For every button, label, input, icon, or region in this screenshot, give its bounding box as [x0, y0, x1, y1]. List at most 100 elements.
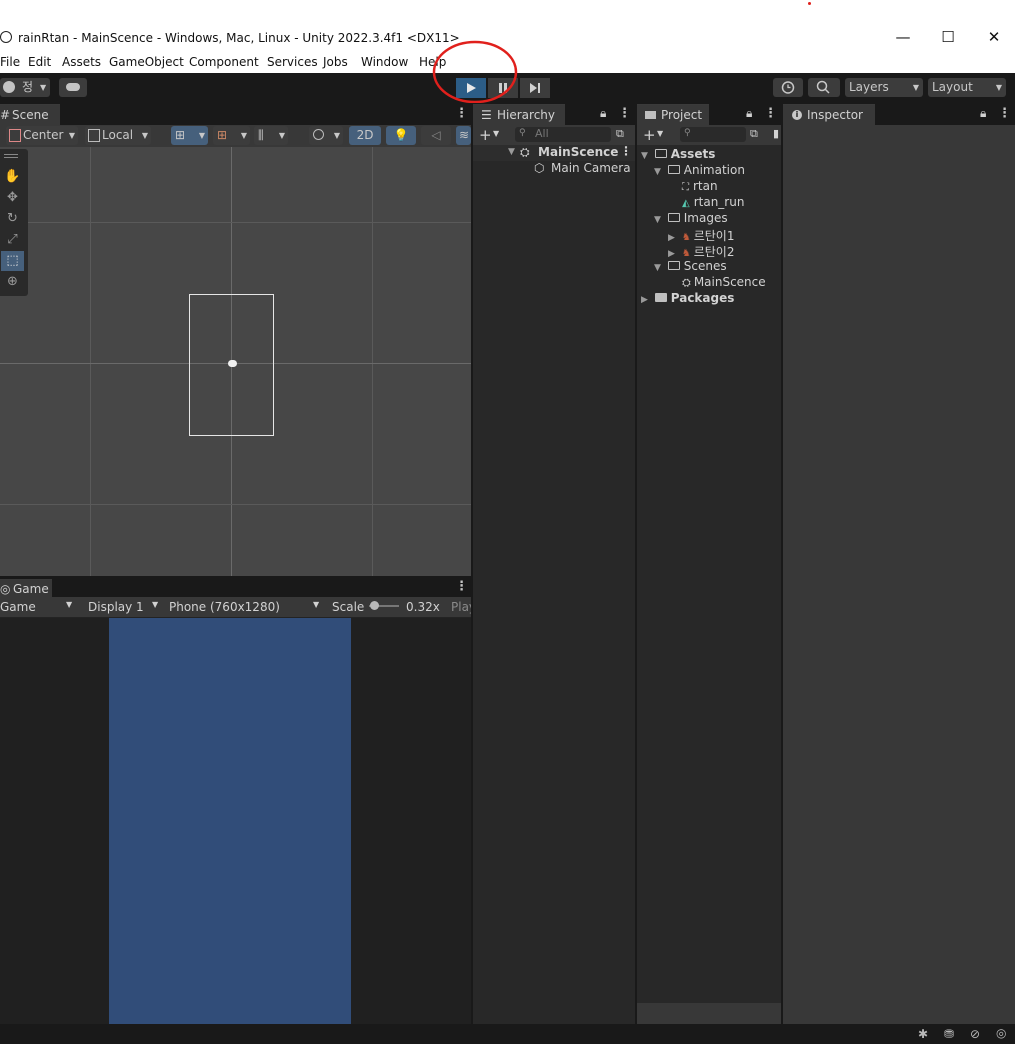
- search-button[interactable]: [808, 78, 840, 97]
- scene-menu-icon[interactable]: ⋮: [620, 144, 632, 158]
- rotate-tool-icon[interactable]: ↻: [1, 209, 24, 229]
- add-icon[interactable]: +: [643, 126, 656, 144]
- display-dropdown[interactable]: Display 1: [88, 600, 144, 614]
- 2d-mode-toggle[interactable]: 2D: [349, 126, 381, 145]
- asset-label: rtan: [693, 179, 718, 193]
- game-menu-icon[interactable]: ⋮: [455, 579, 468, 594]
- camera-gizmo-icon[interactable]: [228, 360, 237, 367]
- play-focused-dropdown[interactable]: Play: [451, 600, 471, 614]
- hierarchy-search-input[interactable]: ⚲ All: [515, 127, 611, 142]
- tab-hierarchy-label: Hierarchy: [497, 108, 556, 122]
- add-icon[interactable]: +: [479, 126, 492, 144]
- expand-arrow-icon[interactable]: ▼: [654, 167, 661, 177]
- effects-toggle[interactable]: ≋: [456, 126, 471, 145]
- tab-game[interactable]: ◎ Game: [0, 579, 52, 598]
- rect-tool-icon[interactable]: ⬚: [1, 251, 24, 271]
- cache-icon[interactable]: ⛃: [944, 1027, 954, 1041]
- project-menu-icon[interactable]: ⋮: [764, 106, 777, 121]
- asset-mainscence[interactable]: ⛭ MainScence: [682, 275, 766, 290]
- resolution-dropdown[interactable]: Phone (760x1280): [169, 600, 280, 614]
- hierarchy-menu-icon[interactable]: ⋮: [618, 106, 631, 121]
- folder-images[interactable]: ▼ Images: [654, 211, 728, 225]
- expand-arrow-icon[interactable]: ▶: [668, 249, 675, 259]
- inspector-menu-icon[interactable]: ⋮: [998, 106, 1011, 121]
- tab-project[interactable]: Project: [637, 104, 709, 126]
- lock-icon[interactable]: 🔒︎: [600, 106, 606, 121]
- folder-scenes[interactable]: ▼ Scenes: [654, 259, 727, 273]
- tag-icon[interactable]: ▮: [773, 127, 779, 140]
- expand-arrow-icon[interactable]: ▼: [508, 147, 515, 157]
- list-item[interactable]: ⬡ Main Camera: [473, 161, 635, 177]
- folder-label: Scenes: [683, 259, 727, 273]
- layers-dropdown[interactable]: Layers ▼: [845, 78, 923, 97]
- menu-services[interactable]: Services: [267, 55, 318, 69]
- game-viewport[interactable]: [0, 618, 471, 1024]
- transform-tool-icon[interactable]: ⊕: [1, 272, 24, 292]
- grid-snap-button[interactable]: ⊞ ▼: [171, 126, 208, 145]
- tab-inspector[interactable]: i Inspector: [783, 104, 875, 126]
- scene-menu-icon[interactable]: ⋮: [455, 106, 468, 121]
- folder-assets[interactable]: ▼ Assets: [641, 147, 715, 161]
- asset-image-1[interactable]: ▶ ♞ 르탄이1: [668, 227, 734, 244]
- cloud-button[interactable]: [59, 78, 87, 97]
- bug-icon[interactable]: ✱: [918, 1027, 928, 1041]
- expand-arrow-icon[interactable]: ▶: [641, 295, 648, 305]
- minimize-button[interactable]: —: [887, 26, 919, 48]
- draw-mode-button[interactable]: ▼: [309, 126, 343, 145]
- scene-row[interactable]: ▼ ⛭ MainScence ⋮: [473, 144, 635, 161]
- expand-arrow-icon[interactable]: ▼: [641, 151, 648, 161]
- menu-file[interactable]: File: [0, 55, 20, 69]
- space-local-dropdown[interactable]: Local ▼: [85, 126, 151, 145]
- gamepad-icon: ◎: [0, 582, 11, 596]
- hand-tool-icon[interactable]: ✋: [1, 167, 24, 187]
- maximize-button[interactable]: ☐: [932, 26, 964, 48]
- project-search-input[interactable]: ⚲: [680, 127, 746, 142]
- expand-arrow-icon[interactable]: ▼: [654, 263, 661, 273]
- account-button[interactable]: 정 ▼: [0, 78, 50, 97]
- folder-animation[interactable]: ▼ Animation: [654, 163, 745, 177]
- inspector-panel: i Inspector 🔒︎ ⋮: [783, 103, 1015, 1024]
- game-view-dropdown[interactable]: Game: [0, 600, 36, 614]
- menu-component[interactable]: Component: [189, 55, 259, 69]
- sprite-icon: ♞: [681, 248, 691, 259]
- expand-arrow-icon[interactable]: ▼: [654, 215, 661, 225]
- expand-arrow-icon[interactable]: ▶: [668, 233, 675, 243]
- scene-visibility-icon[interactable]: ⧉: [616, 127, 624, 141]
- menu-edit[interactable]: Edit: [28, 55, 51, 69]
- lock-icon[interactable]: 🔒︎: [980, 106, 986, 121]
- move-tool-icon[interactable]: ✥: [1, 188, 24, 208]
- network-icon[interactable]: ⊘: [970, 1027, 980, 1041]
- play-button[interactable]: [456, 78, 486, 98]
- audio-toggle[interactable]: ◁: [421, 126, 451, 145]
- history-button[interactable]: [773, 78, 803, 97]
- menu-gameobject[interactable]: GameObject: [109, 55, 184, 69]
- scene-name: MainScence: [538, 145, 619, 159]
- lock-icon[interactable]: 🔒︎: [746, 106, 752, 121]
- filter-icon[interactable]: ⧉: [750, 127, 758, 141]
- asset-rtan-run[interactable]: ◭ rtan_run: [682, 195, 744, 209]
- lighting-toggle[interactable]: 💡: [386, 126, 416, 145]
- check-circle-icon[interactable]: ◎: [996, 1026, 1006, 1040]
- asset-rtan[interactable]: ⛶ rtan: [682, 179, 718, 193]
- tab-scene[interactable]: # Scene: [0, 104, 60, 126]
- pivot-center-dropdown[interactable]: Center ▼: [6, 126, 78, 145]
- close-button[interactable]: ✕: [978, 26, 1010, 48]
- scene-viewport[interactable]: ✋ ✥ ↻ ⤢ ⬚ ⊕: [0, 147, 471, 576]
- asset-image-2[interactable]: ▶ ♞ 르탄이2: [668, 243, 734, 260]
- snap-increment-button[interactable]: ⊞ ▼: [213, 126, 250, 145]
- menu-window[interactable]: Window: [361, 55, 408, 69]
- scale-slider-thumb[interactable]: [370, 601, 379, 610]
- tab-hierarchy[interactable]: ☰ Hierarchy: [473, 104, 565, 126]
- step-button[interactable]: [520, 78, 550, 98]
- layout-dropdown[interactable]: Layout ▼: [928, 78, 1006, 97]
- pause-button[interactable]: [488, 78, 518, 98]
- search-icon: ⚲: [519, 128, 526, 138]
- folder-packages[interactable]: ▶ Packages: [641, 291, 734, 305]
- drag-handle-icon[interactable]: [4, 154, 18, 158]
- menu-help[interactable]: Help: [419, 55, 446, 69]
- increment-snap-button[interactable]: ⫼ ▼: [254, 126, 288, 145]
- menu-assets[interactable]: Assets: [62, 55, 101, 69]
- scale-tool-icon[interactable]: ⤢: [1, 230, 24, 250]
- menu-jobs[interactable]: Jobs: [323, 55, 348, 69]
- asset-label: rtan_run: [693, 195, 745, 209]
